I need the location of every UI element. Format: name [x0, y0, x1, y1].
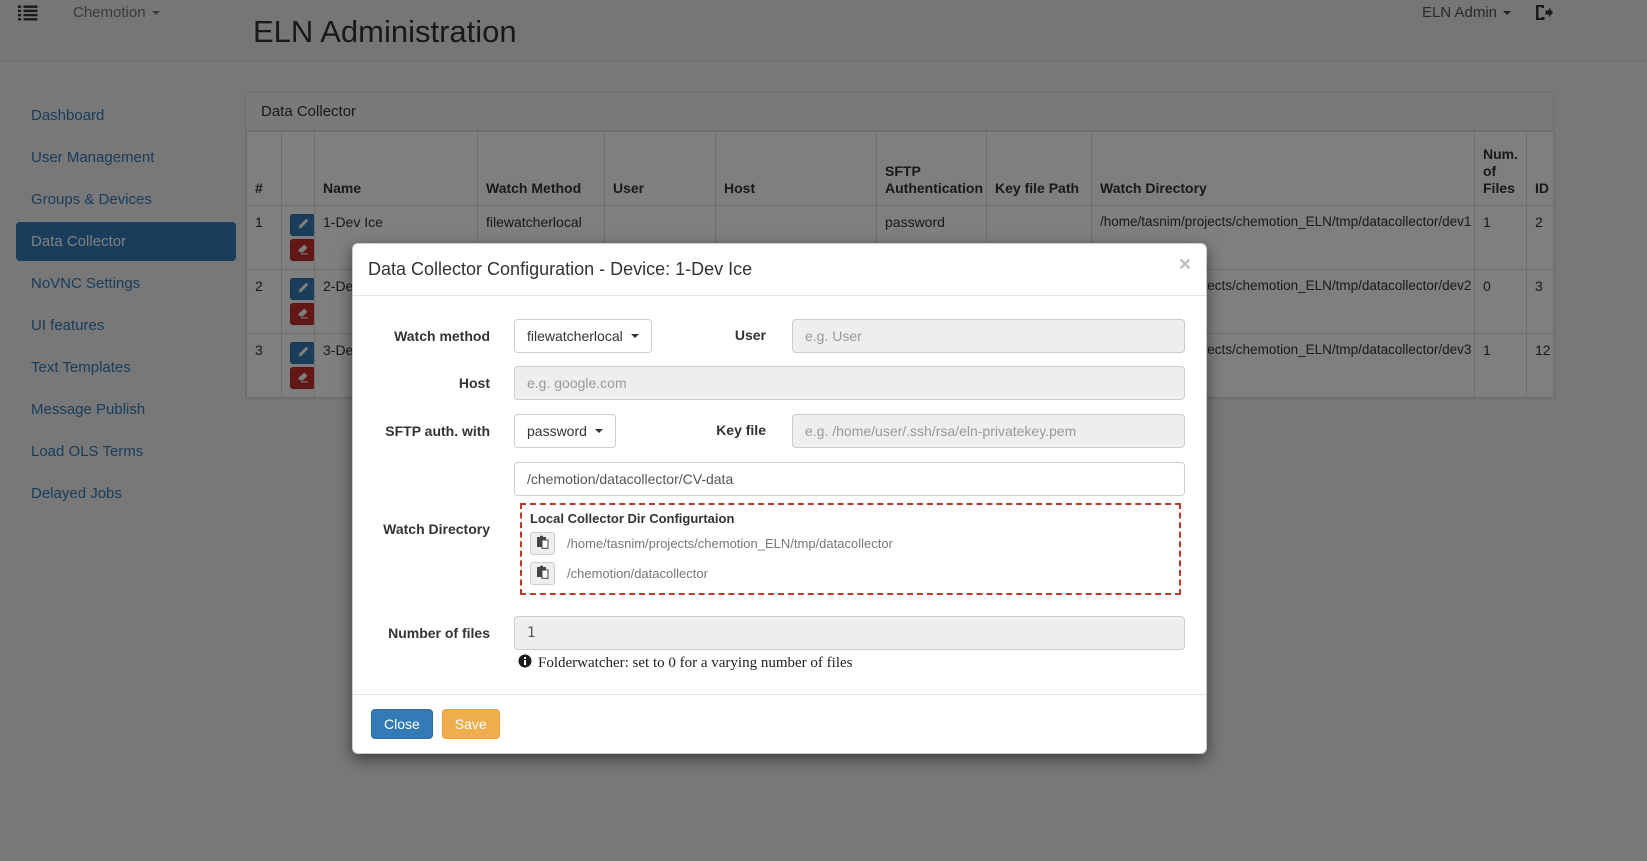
modal-body: Watch method filewatcherlocal User Host …	[353, 296, 1206, 694]
key-file-label: Key file	[716, 422, 766, 438]
close-button[interactable]: Close	[371, 709, 433, 739]
watch-method-dropdown[interactable]: filewatcherlocal	[514, 319, 652, 353]
save-button[interactable]: Save	[441, 709, 500, 739]
paste-icon	[536, 565, 549, 582]
paste-icon	[536, 535, 549, 552]
sftp-auth-value: password	[527, 423, 587, 439]
key-file-input[interactable]	[792, 414, 1185, 448]
close-icon[interactable]: ×	[1179, 254, 1191, 275]
copy-path-button[interactable]	[530, 562, 555, 585]
sftp-auth-label: SFTP auth. with	[385, 423, 490, 439]
watch-method-value: filewatcherlocal	[527, 328, 623, 344]
host-label: Host	[458, 375, 490, 391]
info-circle-icon	[518, 654, 532, 673]
number-of-files-label: Number of files	[388, 625, 490, 641]
local-collector-path: /chemotion/datacollector	[567, 566, 708, 581]
watch-directory-input[interactable]	[514, 462, 1185, 496]
folderwatcher-help-text: Folderwatcher: set to 0 for a varying nu…	[538, 655, 853, 671]
modal-title: Data Collector Configuration - Device: 1…	[368, 259, 753, 279]
copy-path-button[interactable]	[530, 532, 555, 555]
folderwatcher-help: Folderwatcher: set to 0 for a varying nu…	[518, 654, 1183, 673]
list-item: /chemotion/datacollector	[530, 562, 1171, 585]
modal-header: Data Collector Configuration - Device: 1…	[353, 244, 1206, 296]
local-collector-config-box: Local Collector Dir Configurtaion /home/…	[520, 503, 1181, 595]
number-of-files-input[interactable]	[514, 616, 1185, 650]
user-input[interactable]	[792, 319, 1185, 353]
local-collector-title: Local Collector Dir Configurtaion	[530, 511, 735, 526]
data-collector-config-modal: Data Collector Configuration - Device: 1…	[352, 243, 1207, 754]
caret-down-icon	[594, 429, 603, 433]
list-item: /home/tasnim/projects/chemotion_ELN/tmp/…	[530, 532, 1171, 555]
sftp-auth-dropdown[interactable]: password	[514, 414, 616, 448]
user-label: User	[734, 327, 766, 343]
host-input[interactable]	[514, 366, 1185, 400]
modal-footer: Close Save	[353, 694, 1206, 753]
watch-method-label: Watch method	[394, 328, 490, 344]
local-collector-path: /home/tasnim/projects/chemotion_ELN/tmp/…	[567, 536, 893, 551]
watch-directory-label: Watch Directory	[383, 520, 490, 537]
caret-down-icon	[630, 334, 639, 338]
